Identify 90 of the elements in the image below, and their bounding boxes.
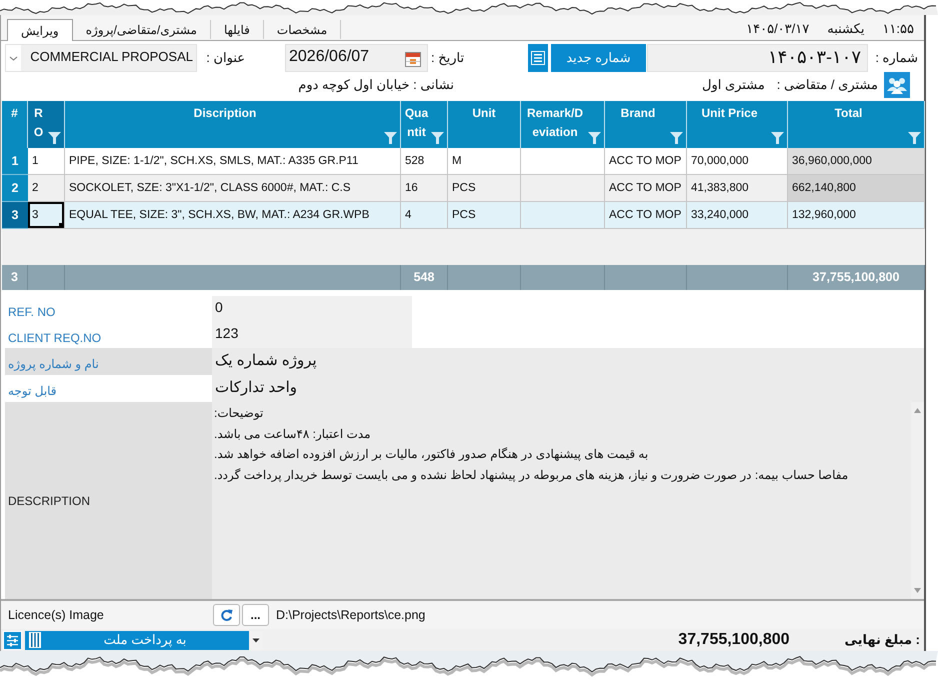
table-cell: ACC TO MOP (605, 175, 687, 202)
table-cell: SOCKOLET, SZE: 3"X1-1/2", CLASS 6000#, MAT.: C.S (65, 175, 401, 202)
table-cell: ACC TO MOP (605, 202, 687, 229)
table-cell: 4 (401, 202, 448, 229)
new-number-button[interactable]: شماره جدید (551, 44, 646, 72)
column-header[interactable]: Discription (65, 101, 401, 148)
date-field[interactable]: 2026/06/07 (285, 44, 428, 72)
table-cell: PCS (448, 175, 521, 202)
address-text: نشانی : خیابان اول کوچه دوم (298, 77, 454, 93)
column-header[interactable]: Unit (448, 101, 521, 148)
table-footer-cell: 37,755,100,800 (788, 265, 925, 290)
payment-dropdown[interactable]: به پرداخت ملت (25, 630, 263, 650)
title-dropdown[interactable]: COMMERCIAL PROPOSAL (5, 44, 197, 72)
table-footer-cell: 3 (2, 265, 28, 290)
date-text: ۱۴۰۵/۰۳/۱۷ (746, 20, 810, 36)
filter-icon[interactable] (670, 132, 683, 144)
column-header[interactable]: Total (788, 101, 925, 148)
film-strip-icon (29, 632, 41, 648)
description-line: توضیحات: (214, 405, 264, 422)
weekday-text: یکشنبه (827, 20, 864, 36)
field-value[interactable]: واحد تدارکات (212, 375, 924, 402)
date-label: تاریخ : (431, 50, 466, 66)
table-cell: 16 (401, 175, 448, 202)
number-field[interactable]: ۱۴۰۵۰۳-۱۰۷ (647, 44, 868, 72)
refresh-button[interactable] (213, 604, 240, 626)
table-cell: PIPE, SIZE: 1-1/2", SCH.XS, SMLS, MAT.: A335 GR.P11 (65, 148, 401, 175)
table-footer-cell (28, 265, 65, 290)
row-number[interactable]: 3 (2, 202, 28, 229)
title-label: عنوان : (205, 50, 245, 66)
arrow-down-icon[interactable] (911, 586, 924, 595)
table-cell: ACC TO MOP (605, 148, 687, 175)
table-cell: 662,140,800 (788, 175, 925, 202)
clock-time: ۱۱:۵۵ (882, 20, 914, 36)
field-value[interactable]: پروژه شماره یک (212, 348, 924, 375)
table-cell: 70,000,000 (687, 148, 788, 175)
chevron-down-icon[interactable] (6, 45, 21, 71)
filter-icon[interactable] (908, 132, 921, 144)
table-cell: M (448, 148, 521, 175)
sliders-icon[interactable] (3, 630, 22, 650)
field-value[interactable]: 123 (212, 322, 412, 348)
arrow-up-icon[interactable] (911, 406, 924, 415)
filter-icon[interactable] (431, 132, 444, 144)
file-path: D:\Projects\Reports\ce.png (276, 608, 426, 622)
description-label: DESCRIPTION (5, 402, 212, 599)
caret-icon[interactable] (249, 630, 263, 650)
table-cell: 528 (401, 148, 448, 175)
row-number[interactable]: 2 (2, 175, 28, 202)
table-cell: 33,240,000 (687, 202, 788, 229)
tab[interactable]: فایلها (210, 20, 264, 39)
column-header[interactable]: Unit Price (687, 101, 788, 148)
grand-total-label: : مبلغ نهایی (844, 632, 920, 648)
filter-icon[interactable] (771, 132, 784, 144)
filter-icon[interactable] (588, 132, 601, 144)
description-line: مفاصا حساب بیمه: در صورت ضرورت و نیاز، هزینه های مربوطه در پیشنهاد لحاظ نشده و می بایست توسط خریدار پرداخت گردد. (214, 466, 848, 484)
table-cell: 41,383,800 (687, 175, 788, 202)
list-icon (531, 51, 545, 65)
tab[interactable]: ویرایش (7, 19, 73, 41)
row-number[interactable]: 1 (2, 148, 28, 175)
customer-label: مشتری / متقاضی : (776, 77, 878, 93)
table-cell: EQUAL TEE, SIZE: 3", SCH.XS, BW, MAT.: A234 GR.WPB (65, 202, 401, 229)
table-cell: PCS (448, 202, 521, 229)
scrollbar[interactable] (911, 402, 924, 599)
table-cell: 2 (28, 175, 65, 202)
column-header[interactable]: Brand (605, 101, 687, 148)
description-line: مدت اعتبار: ۴۸ساعت می باشد. (214, 426, 371, 443)
table-cell: 3 (28, 202, 65, 229)
description-line: به قیمت های پیشنهادی در هنگام صدور فاکتور، مالیات بر ارزش افزوده اضافه خواهد شد. (214, 446, 648, 463)
licence-label: Licence(s) Image (8, 608, 104, 622)
calendar-icon[interactable] (405, 51, 421, 67)
table-cell: 132,960,000 (788, 202, 925, 229)
filter-icon[interactable] (48, 132, 61, 144)
column-header[interactable]: RO (28, 101, 65, 148)
table-cell: 1 (28, 148, 65, 175)
column-header[interactable]: Quantit (401, 101, 448, 148)
table-footer-cell: 548 (401, 265, 448, 290)
field-value[interactable]: 0 (212, 296, 412, 322)
grand-total-value: 37,755,100,800 (678, 631, 790, 649)
users-icon[interactable] (884, 72, 910, 98)
list-button[interactable] (528, 44, 548, 72)
column-header[interactable]: # (2, 101, 28, 148)
tab[interactable]: مشخصات (264, 20, 342, 39)
field-label: نام و شماره پروژه (5, 348, 212, 375)
table-cell: 36,960,000,000 (788, 148, 925, 175)
column-header[interactable]: Remark/Deviation (521, 101, 605, 148)
refresh-icon (220, 608, 233, 622)
number-label: شماره : (874, 50, 918, 66)
filter-icon[interactable] (384, 132, 397, 144)
browse-button[interactable]: ... (242, 604, 269, 626)
description-field[interactable] (212, 402, 911, 599)
customer-name: مشتری اول (702, 77, 765, 93)
